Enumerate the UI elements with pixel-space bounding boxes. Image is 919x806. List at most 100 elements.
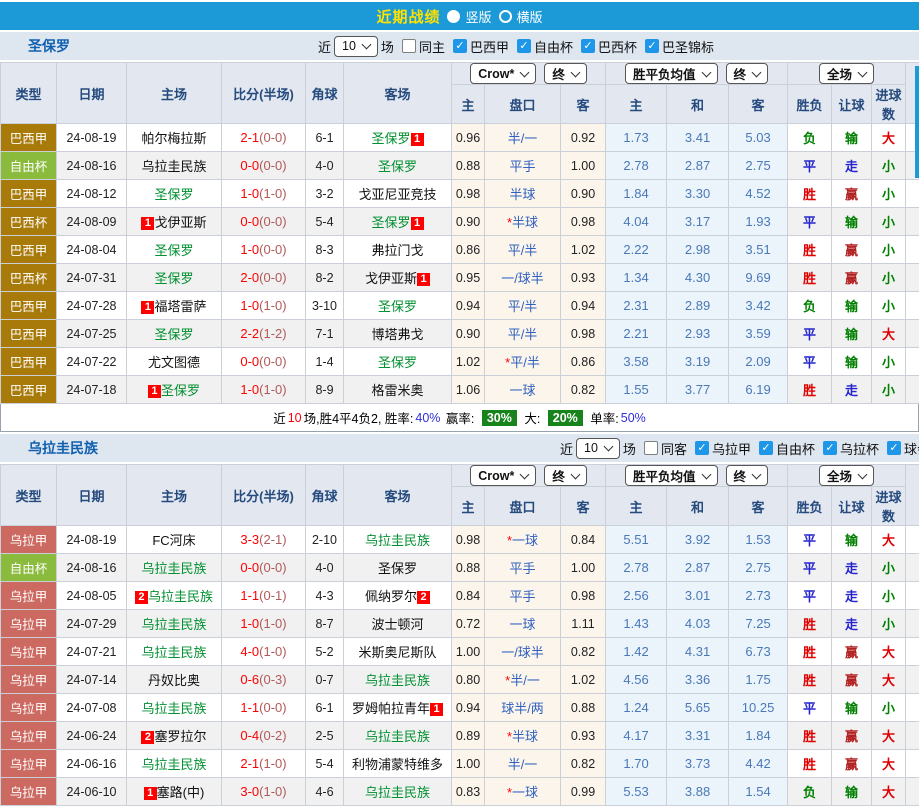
avg-home: 1.70 (606, 750, 667, 778)
odds-company-select[interactable]: Crow* (470, 465, 536, 486)
league-badge: 乌拉甲 (1, 694, 57, 722)
sub-header-avg-home: 主 (606, 487, 667, 526)
team-name[interactable]: 乌拉圭民族 (148, 589, 213, 604)
league-checkbox-1[interactable]: ✓ (759, 441, 773, 455)
same-venue-checkbox[interactable] (644, 441, 658, 455)
team-title[interactable]: 圣保罗 (28, 36, 70, 56)
row-edge (906, 376, 919, 404)
goals-outcome: 小 (872, 208, 906, 236)
team-name[interactable]: 丹奴比奥 (148, 673, 200, 688)
scrollbar-thumb[interactable] (915, 66, 919, 178)
league-checkbox-2[interactable]: ✓ (823, 441, 837, 455)
team-name[interactable]: 尤文图德 (148, 355, 200, 370)
orientation-radio-vertical[interactable]: 竖版 (447, 7, 491, 26)
goals-outcome: 大 (872, 526, 906, 554)
radio-unselected-icon[interactable] (499, 10, 512, 23)
corner-score: 8-9 (306, 376, 344, 404)
team-name[interactable]: 圣保罗 (378, 159, 417, 174)
radio-selected-icon[interactable] (447, 10, 460, 23)
chevron-down-icon (752, 469, 762, 479)
goals-outcome: 小 (872, 554, 906, 582)
away-odds: 0.84 (561, 526, 606, 554)
team-name[interactable]: 圣保罗 (378, 299, 417, 314)
away-odds: 1.00 (561, 152, 606, 180)
score: 0-0(0-0) (222, 554, 306, 582)
sub-header-let: 让球 (832, 487, 872, 526)
sub-header-result: 胜负 (788, 85, 832, 124)
avg-away: 6.19 (729, 376, 788, 404)
team-name[interactable]: 乌拉圭民族 (365, 785, 430, 800)
team-name[interactable]: 弗拉门戈 (371, 243, 423, 258)
recent-count-select[interactable]: 10 (576, 438, 620, 459)
team-name[interactable]: 格雷米奥 (371, 383, 423, 398)
team-name[interactable]: 米斯奥尼斯队 (358, 645, 436, 660)
handicap-outcome: 输 (832, 208, 872, 236)
same-venue-checkbox[interactable] (402, 39, 416, 53)
recent-count-select[interactable]: 10 (334, 36, 378, 57)
team-name[interactable]: 乌拉圭民族 (365, 533, 430, 548)
team-name[interactable]: 福塔雷萨 (154, 299, 206, 314)
home-team: 乌拉圭民族 (127, 554, 222, 582)
team-name[interactable]: 戈伊亚斯 (365, 271, 417, 286)
sub-header-let: 让球 (832, 85, 872, 124)
team-name[interactable]: 乌拉圭民族 (365, 729, 430, 744)
team-name[interactable]: 圣保罗 (161, 383, 200, 398)
team-name[interactable]: 乌拉圭民族 (141, 159, 206, 174)
team-name[interactable]: 圣保罗 (378, 561, 417, 576)
orientation-radio-horizontal[interactable]: 横版 (499, 7, 543, 26)
team-title[interactable]: 乌拉圭民族 (28, 438, 98, 458)
team-name[interactable]: 圣保罗 (371, 215, 410, 230)
team-name[interactable]: 帕尔梅拉斯 (141, 131, 206, 146)
result-outcome: 胜 (788, 638, 832, 666)
league-checkbox-1[interactable]: ✓ (517, 39, 531, 53)
team-name[interactable]: 乌拉圭民族 (141, 617, 206, 632)
scope-select-group: 全场 (788, 465, 906, 487)
odds-final-select[interactable]: 终 (544, 63, 587, 84)
team-name[interactable]: 圣保罗 (154, 187, 193, 202)
league-checkbox-2[interactable]: ✓ (581, 39, 595, 53)
team-name[interactable]: 圣保罗 (371, 131, 410, 146)
avg-final-select[interactable]: 终 (726, 465, 769, 486)
team-name[interactable]: 戈伊亚斯 (154, 215, 206, 230)
avg-final-select[interactable]: 终 (726, 63, 769, 84)
team-name[interactable]: 乌拉圭民族 (141, 645, 206, 660)
team-name[interactable]: 戈亚尼亚竞技 (358, 187, 436, 202)
away-odds: 1.00 (561, 554, 606, 582)
league-checkbox-3[interactable]: ✓ (645, 39, 659, 53)
goals-outcome: 大 (872, 722, 906, 750)
league-checkbox-0[interactable]: ✓ (453, 39, 467, 53)
team-name[interactable]: 利物浦蒙特维多 (352, 757, 443, 772)
team-name[interactable]: 塞路(中) (157, 785, 205, 800)
odds-final-select[interactable]: 终 (544, 465, 587, 486)
odds-company-select[interactable]: Crow* (470, 63, 536, 84)
team-name[interactable]: 圣保罗 (154, 327, 193, 342)
team-name[interactable]: 博塔弗戈 (371, 327, 423, 342)
sub-header-odds-home: 主 (452, 487, 485, 526)
team-name[interactable]: FC河床 (152, 533, 195, 548)
scope-select[interactable]: 全场 (819, 465, 874, 486)
corner-score: 4-6 (306, 778, 344, 806)
match-row: 自由杯24-08-16乌拉圭民族0-0(0-0)4-0圣保罗0.88平手1.00… (1, 152, 919, 180)
team-name[interactable]: 乌拉圭民族 (141, 561, 206, 576)
team-name[interactable]: 乌拉圭民族 (141, 701, 206, 716)
handicap-outcome: 赢 (832, 638, 872, 666)
avg-home: 5.53 (606, 778, 667, 806)
avg-type-select[interactable]: 胜平负均值 (625, 465, 718, 486)
filter-bar: 近 10 场 同主 ✓ 巴西甲 ✓ 自由杯 ✓ 巴西杯 ✓ 巴圣锦标 (318, 36, 714, 57)
team-name[interactable]: 波士顿河 (371, 617, 423, 632)
league-checkbox-3[interactable]: ✓ (887, 441, 901, 455)
team-name[interactable]: 圣保罗 (154, 243, 193, 258)
team-name[interactable]: 罗姆帕拉青年 (352, 701, 430, 716)
avg-type-select[interactable]: 胜平负均值 (625, 63, 718, 84)
home-odds: 0.72 (452, 610, 485, 638)
avg-draw: 2.93 (667, 320, 729, 348)
match-date: 24-07-31 (57, 264, 127, 292)
team-name[interactable]: 塞罗拉尔 (154, 729, 206, 744)
team-name[interactable]: 圣保罗 (378, 355, 417, 370)
scope-select[interactable]: 全场 (819, 63, 874, 84)
team-name[interactable]: 圣保罗 (154, 271, 193, 286)
team-name[interactable]: 佩纳罗尔 (365, 589, 417, 604)
league-checkbox-0[interactable]: ✓ (695, 441, 709, 455)
team-name[interactable]: 乌拉圭民族 (141, 757, 206, 772)
team-name[interactable]: 乌拉圭民族 (365, 673, 430, 688)
